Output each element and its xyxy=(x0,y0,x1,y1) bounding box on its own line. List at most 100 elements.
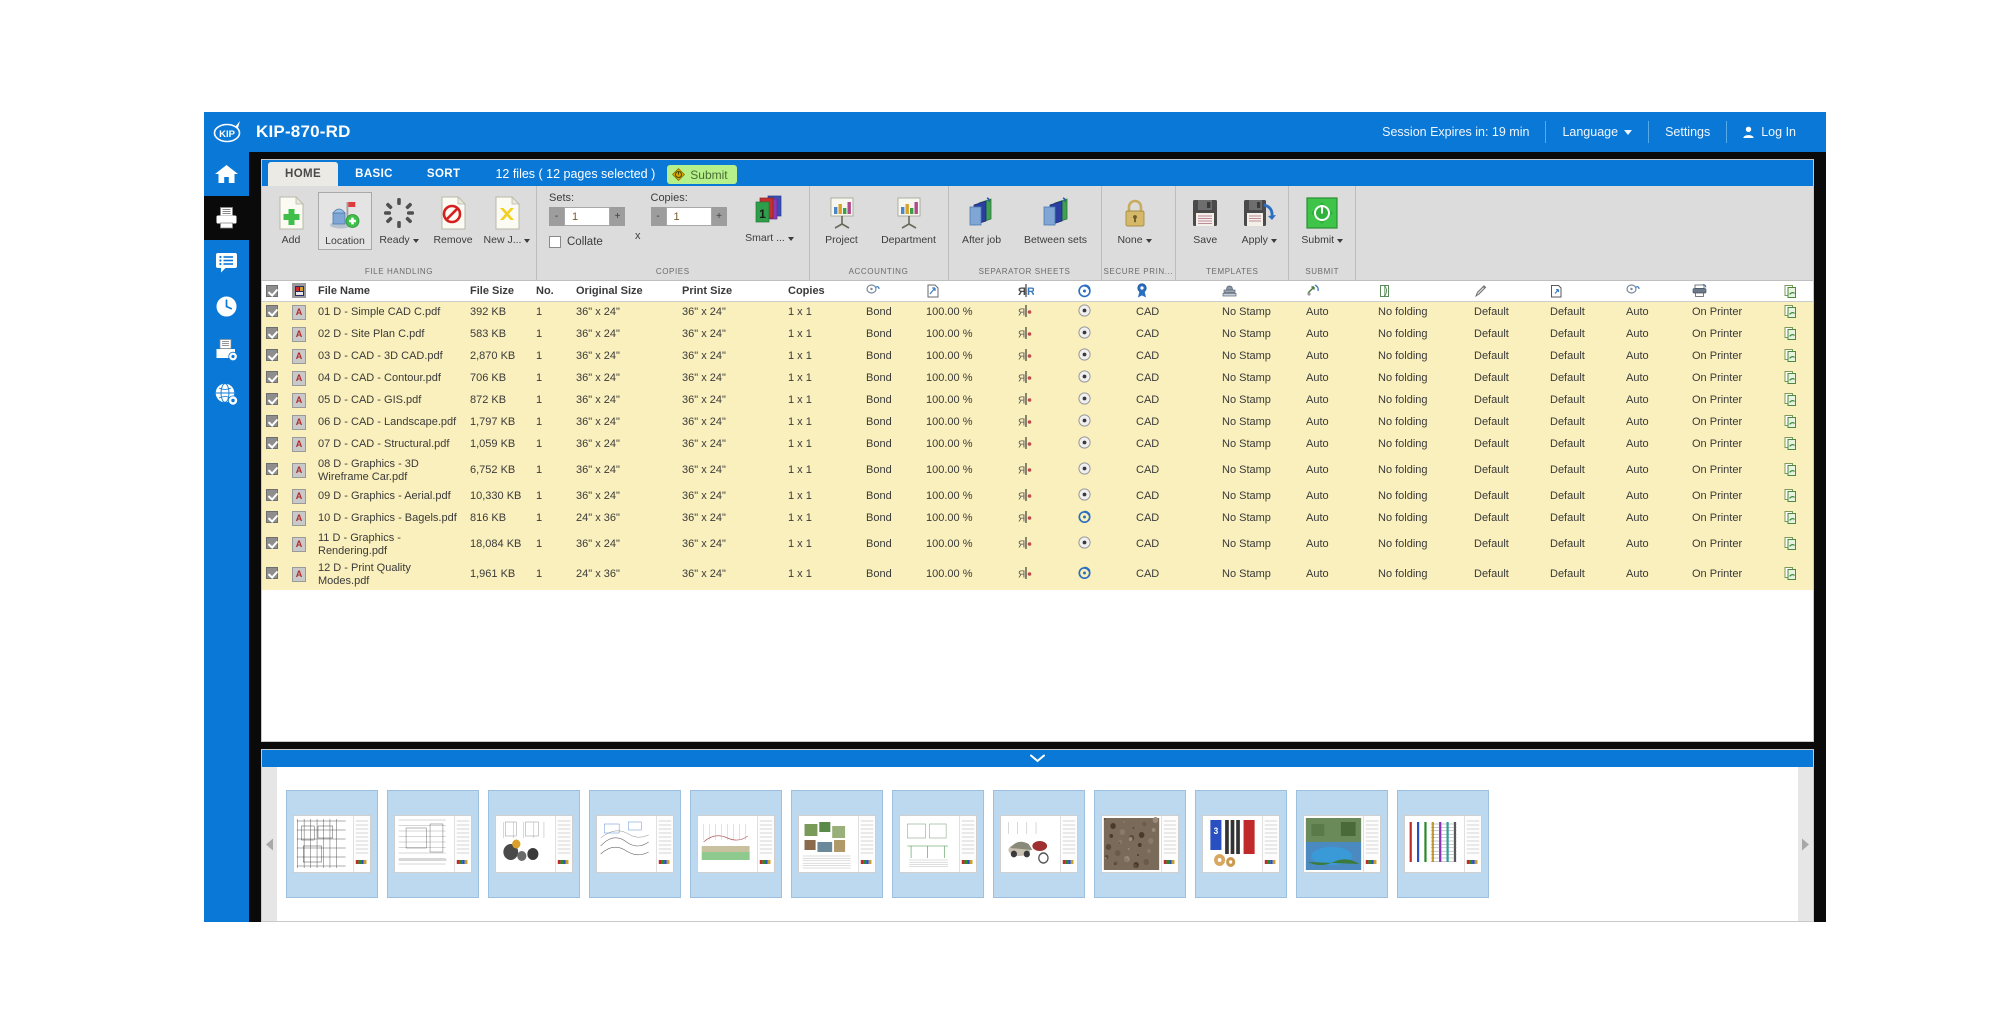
row-no[interactable]: 1 xyxy=(532,411,572,434)
column-header-dest[interactable] xyxy=(1688,281,1780,302)
column-header-check[interactable] xyxy=(262,281,288,302)
row-folding[interactable]: No folding xyxy=(1374,345,1470,368)
row-stamp[interactable]: No Stamp xyxy=(1218,411,1302,434)
row-filename[interactable]: 10 D - Graphics - Bagels.pdf xyxy=(314,507,466,530)
row-filesize[interactable]: 816 KB xyxy=(466,507,532,530)
row-filename[interactable]: 06 D - CAD - Landscape.pdf xyxy=(314,411,466,434)
row-checkbox[interactable] xyxy=(262,411,288,434)
row-preset[interactable]: CAD xyxy=(1132,433,1218,456)
row-filesize[interactable]: 706 KB xyxy=(466,367,532,390)
row-copies[interactable]: 1 x 1 xyxy=(784,507,862,530)
column-header-origsize[interactable]: Original Size xyxy=(572,281,678,302)
row-checkbox[interactable] xyxy=(262,323,288,346)
column-header-preset[interactable] xyxy=(1132,281,1218,302)
sidebar-item-scan[interactable] xyxy=(204,328,249,372)
thumbnail-item[interactable] xyxy=(387,790,479,898)
row-preset[interactable]: CAD xyxy=(1132,323,1218,346)
row-dest[interactable]: On Printer xyxy=(1688,455,1780,486)
thumbnail-item[interactable] xyxy=(993,790,1085,898)
row-dest[interactable]: On Printer xyxy=(1688,345,1780,368)
table-row[interactable]: A 06 D - CAD - Landscape.pdf 1,797 KB 1 36" … xyxy=(262,411,1813,434)
smart-collate-button[interactable]: 1 Smart ... xyxy=(743,190,797,246)
row-rotation[interactable]: Auto xyxy=(1302,323,1374,346)
column-header-printsize[interactable]: Print Size xyxy=(678,281,784,302)
row-filesize[interactable]: 872 KB xyxy=(466,389,532,412)
row-stamp[interactable]: No Stamp xyxy=(1218,367,1302,390)
collate-control[interactable]: Collate xyxy=(549,236,625,248)
copies-value[interactable]: 1 xyxy=(665,207,712,226)
row-dest[interactable]: On Printer xyxy=(1688,323,1780,346)
row-preset[interactable]: CAD xyxy=(1132,559,1218,590)
row-layout[interactable]: Default xyxy=(1546,389,1622,412)
row-media[interactable]: Bond xyxy=(862,559,922,590)
thumbnail-next-button[interactable] xyxy=(1798,767,1813,921)
sidebar-item-print[interactable] xyxy=(204,196,249,240)
row-checkbox[interactable] xyxy=(262,559,288,590)
row-rotation[interactable]: Auto xyxy=(1302,345,1374,368)
row-folding[interactable]: No folding xyxy=(1374,367,1470,390)
row-printsize[interactable]: 36" x 24" xyxy=(678,411,784,434)
thumbnail-item[interactable] xyxy=(589,790,681,898)
row-scale[interactable]: 100.00 % xyxy=(922,323,1014,346)
submit-quick-button[interactable]: Submit xyxy=(667,165,737,184)
row-color-mode-icon[interactable] xyxy=(1074,529,1132,560)
row-autotype[interactable]: Auto xyxy=(1622,323,1688,346)
sidebar-item-queue[interactable] xyxy=(204,240,249,284)
column-header-media[interactable] xyxy=(862,281,922,302)
row-mirror-icon[interactable]: Я xyxy=(1014,411,1074,434)
row-stamp[interactable]: No Stamp xyxy=(1218,485,1302,508)
row-no[interactable]: 1 xyxy=(532,367,572,390)
row-color-mode-icon[interactable] xyxy=(1074,301,1132,324)
row-scale[interactable]: 100.00 % xyxy=(922,485,1014,508)
thumbnail-collapse-bar[interactable] xyxy=(262,750,1813,767)
row-checkbox[interactable] xyxy=(262,389,288,412)
row-printsize[interactable]: 36" x 24" xyxy=(678,367,784,390)
row-filename[interactable]: 02 D - Site Plan C.pdf xyxy=(314,323,466,346)
row-pen[interactable]: Default xyxy=(1470,301,1546,324)
row-pen[interactable]: Default xyxy=(1470,367,1546,390)
row-filename[interactable]: 01 D - Simple CAD C.pdf xyxy=(314,301,466,324)
row-media[interactable]: Bond xyxy=(862,345,922,368)
column-header-color[interactable] xyxy=(1074,281,1132,302)
row-folding[interactable]: No folding xyxy=(1374,485,1470,508)
row-printsize[interactable]: 36" x 24" xyxy=(678,389,784,412)
row-filesize[interactable]: 583 KB xyxy=(466,323,532,346)
row-filename[interactable]: 04 D - CAD - Contour.pdf xyxy=(314,367,466,390)
row-copy-page-icon[interactable] xyxy=(1780,529,1813,560)
row-layout[interactable]: Default xyxy=(1546,433,1622,456)
row-color-mode-icon[interactable] xyxy=(1074,559,1132,590)
row-printsize[interactable]: 36" x 24" xyxy=(678,559,784,590)
copies-increment-button[interactable]: + xyxy=(711,207,727,226)
row-preset[interactable]: CAD xyxy=(1132,411,1218,434)
thumbnail-item[interactable] xyxy=(892,790,984,898)
table-row[interactable]: A 09 D - Graphics - Aerial.pdf 10,330 KB 1 3… xyxy=(262,485,1813,508)
row-copy-page-icon[interactable] xyxy=(1780,433,1813,456)
row-checkbox[interactable] xyxy=(262,485,288,508)
row-printsize[interactable]: 36" x 24" xyxy=(678,301,784,324)
row-folding[interactable]: No folding xyxy=(1374,529,1470,560)
row-stamp[interactable]: No Stamp xyxy=(1218,559,1302,590)
row-scale[interactable]: 100.00 % xyxy=(922,411,1014,434)
row-scale[interactable]: 100.00 % xyxy=(922,389,1014,412)
row-checkbox[interactable] xyxy=(262,345,288,368)
row-rotation[interactable]: Auto xyxy=(1302,507,1374,530)
thumbnail-item[interactable] xyxy=(1397,790,1489,898)
row-copy-page-icon[interactable] xyxy=(1780,507,1813,530)
sidebar-item-home[interactable] xyxy=(204,152,249,196)
row-no[interactable]: 1 xyxy=(532,559,572,590)
row-scale[interactable]: 100.00 % xyxy=(922,433,1014,456)
row-copy-page-icon[interactable] xyxy=(1780,559,1813,590)
row-copies[interactable]: 1 x 1 xyxy=(784,323,862,346)
row-stamp[interactable]: No Stamp xyxy=(1218,529,1302,560)
row-folding[interactable]: No folding xyxy=(1374,301,1470,324)
row-preset[interactable]: CAD xyxy=(1132,485,1218,508)
row-dest[interactable]: On Printer xyxy=(1688,301,1780,324)
row-autotype[interactable]: Auto xyxy=(1622,507,1688,530)
row-pen[interactable]: Default xyxy=(1470,559,1546,590)
row-autotype[interactable]: Auto xyxy=(1622,301,1688,324)
row-pen[interactable]: Default xyxy=(1470,345,1546,368)
row-mirror-icon[interactable]: Я xyxy=(1014,345,1074,368)
row-mirror-icon[interactable]: Я xyxy=(1014,485,1074,508)
row-color-mode-icon[interactable] xyxy=(1074,455,1132,486)
row-pen[interactable]: Default xyxy=(1470,529,1546,560)
